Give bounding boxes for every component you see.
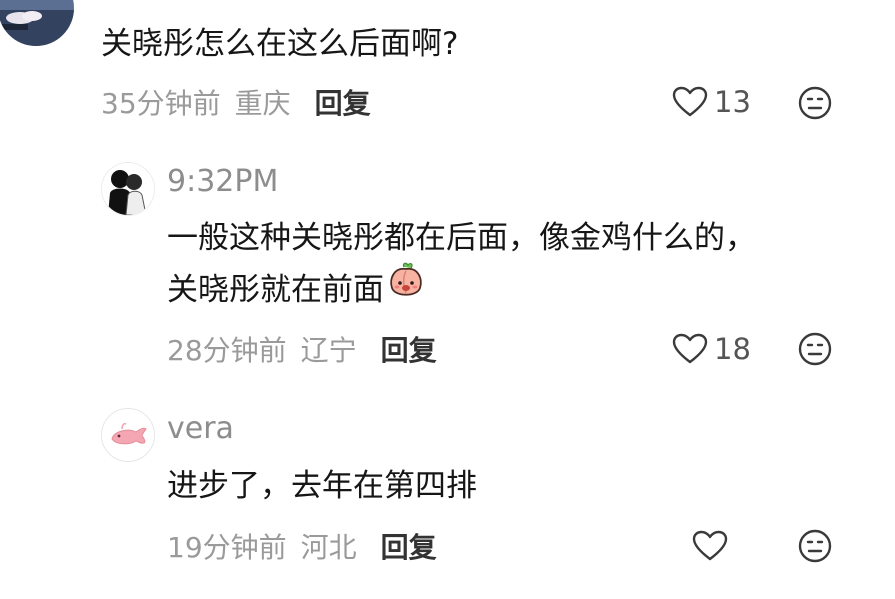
like-button[interactable]: 13 [672, 82, 751, 122]
comment-location: 重庆 [234, 87, 291, 120]
comment-time: 35分钟前 [101, 87, 221, 120]
comment-meta: 35分钟前 重庆 回复 [101, 82, 371, 122]
dislike-button[interactable] [798, 332, 832, 366]
like-button[interactable] [692, 526, 734, 566]
reply-button[interactable]: 回复 [381, 329, 437, 369]
meh-face-icon [798, 529, 832, 563]
meh-face-icon [798, 332, 832, 366]
comment-text-line: 进步了，去年在第四排 [167, 468, 477, 504]
comment-text: 关晓彤怎么在这么后面啊? [101, 18, 458, 70]
like-button[interactable]: 18 [672, 329, 751, 369]
dislike-button[interactable] [798, 529, 832, 563]
heart-outline-icon [692, 530, 728, 562]
username[interactable]: vera [167, 411, 234, 446]
like-count: 13 [714, 85, 751, 119]
avatar[interactable] [0, 0, 74, 46]
comment-text-line: 关晓彤就在前面 [167, 272, 384, 308]
comment-text-line-wrap: 关晓彤就在前面 [167, 261, 756, 317]
dislike-button[interactable] [798, 86, 832, 120]
reply-button[interactable]: 回复 [315, 82, 371, 122]
like-count: 18 [714, 332, 751, 366]
avatar[interactable] [101, 408, 155, 462]
comment-time: 28分钟前 [167, 334, 287, 367]
comment-text: 一般这种关晓彤都在后面，像金鸡什么的， 关晓彤就在前面 [167, 212, 756, 317]
username[interactable]: 9:32PM [167, 164, 278, 199]
avatar[interactable] [101, 162, 155, 216]
meh-face-icon [798, 86, 832, 120]
comment-meta: 28分钟前 辽宁 回复 [167, 329, 437, 369]
peach-emoji-icon [386, 261, 426, 317]
comment-meta: 19分钟前 河北 回复 [167, 526, 437, 566]
heart-outline-icon [672, 333, 708, 365]
comment-text-line: 关晓彤怎么在这么后面啊? [101, 26, 459, 62]
reply-button[interactable]: 回复 [381, 526, 437, 566]
comment-location: 辽宁 [300, 334, 357, 367]
comment-location: 河北 [300, 531, 357, 564]
comment-text: 进步了，去年在第四排 [167, 460, 477, 512]
comment-time: 19分钟前 [167, 531, 287, 564]
comment-text-line: 一般这种关晓彤都在后面，像金鸡什么的， [167, 220, 756, 256]
heart-outline-icon [672, 86, 708, 118]
